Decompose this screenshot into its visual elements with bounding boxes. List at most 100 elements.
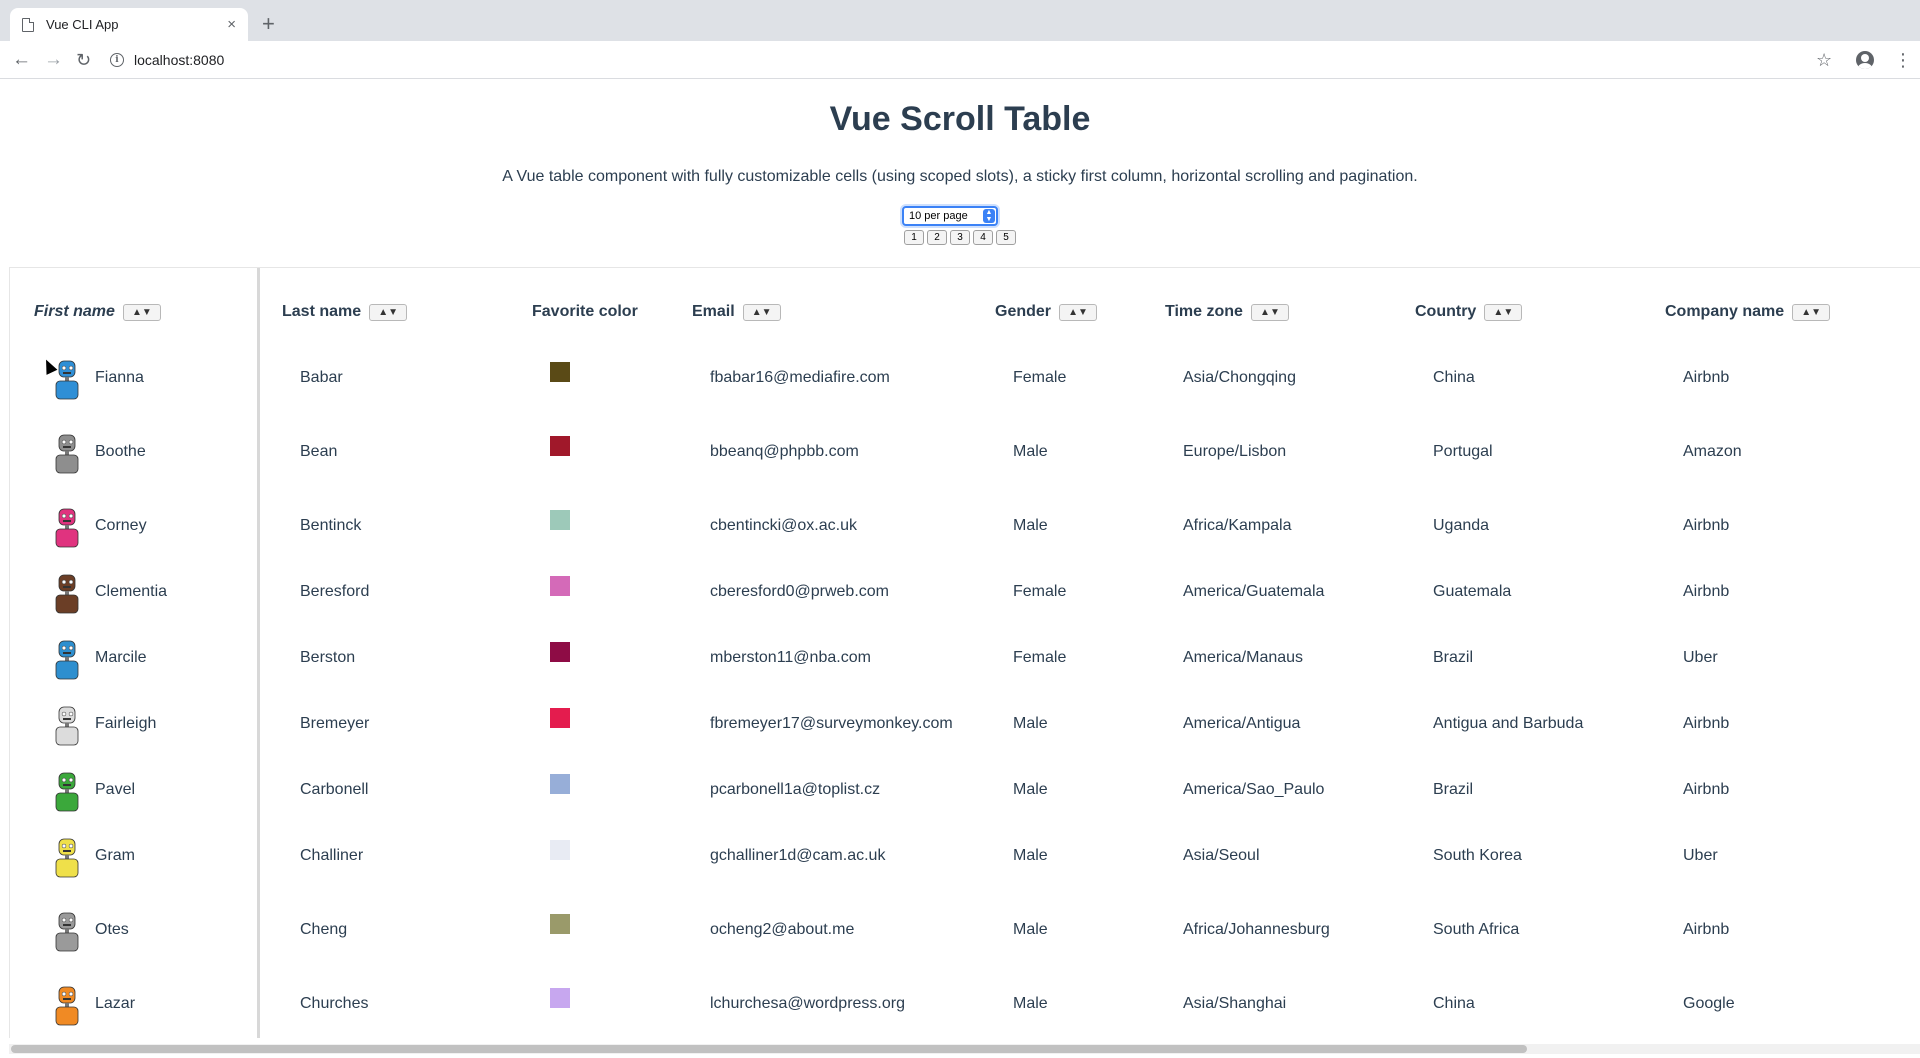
header-gender: Gender ▲▼ (995, 303, 1098, 321)
document-icon (22, 17, 34, 32)
tz-cell: America/Manaus (1183, 649, 1304, 666)
per-page-select[interactable]: 10 per page ▲ ▼ (902, 206, 998, 226)
header-company-name-label: Company name (1665, 303, 1785, 320)
address-bar[interactable]: i localhost:8080 (110, 45, 1810, 75)
company-cell: Airbnb (1683, 583, 1730, 600)
favorite-color-swatch (550, 914, 570, 934)
email-cell: mberston11@nba.com (710, 649, 871, 666)
favorite-color-swatch (550, 576, 570, 596)
favorite-color-swatch (550, 362, 570, 382)
sort-last-name-button[interactable]: ▲▼ (369, 303, 408, 321)
tz-cell: America/Antigua (1183, 715, 1301, 732)
company-cell: Google (1683, 995, 1735, 1012)
close-tab-icon[interactable]: × (227, 16, 236, 33)
scrollbar-thumb[interactable] (11, 1045, 1527, 1053)
page-button-5[interactable]: 5 (996, 230, 1016, 245)
last-cell: Beresford (300, 583, 370, 600)
page-button-2[interactable]: 2 (927, 230, 947, 245)
first-name-cell: Corney (95, 517, 147, 534)
country-cell: Brazil (1433, 649, 1474, 666)
gender-cell: Male (1013, 847, 1048, 864)
profile-button[interactable] (1856, 51, 1874, 69)
company-cell: Airbnb (1683, 517, 1730, 534)
tz-cell: Asia/Chongqing (1183, 369, 1296, 386)
back-arrow-icon[interactable]: ← (12, 48, 31, 72)
email-cell: fbabar16@mediafire.com (710, 369, 890, 386)
favorite-color-swatch (550, 510, 570, 530)
forward-arrow-icon[interactable]: → (44, 48, 63, 72)
sort-email-button[interactable]: ▲▼ (742, 303, 781, 321)
header-last-name-label: Last name (282, 303, 362, 320)
country-cell: South Africa (1433, 921, 1520, 938)
browser-tab-bar: Vue CLI App × + (0, 0, 1920, 41)
new-tab-button[interactable]: + (262, 12, 275, 36)
last-cell: Berston (300, 649, 356, 666)
sort-first-name-button[interactable]: ▲▼ (122, 303, 161, 321)
header-favorite-color-label: Favorite color (532, 303, 638, 320)
page-button-4[interactable]: 4 (973, 230, 993, 245)
tz-cell: Asia/Seoul (1183, 847, 1260, 864)
gender-cell: Male (1013, 443, 1048, 460)
email-cell: pcarbonell1a@toplist.cz (710, 781, 881, 798)
company-cell: Airbnb (1683, 781, 1730, 798)
select-arrows-icon: ▲ ▼ (983, 209, 995, 223)
header-last-name: Last name ▲▼ (282, 303, 408, 321)
email-cell: ocheng2@about.me (710, 921, 855, 938)
first-name-cell: Fairleigh (95, 715, 157, 732)
company-cell: Airbnb (1683, 921, 1730, 938)
country-cell: Portugal (1433, 443, 1493, 460)
sort-company-name-button[interactable]: ▲▼ (1792, 303, 1831, 321)
country-cell: Brazil (1433, 781, 1474, 798)
country-cell: Uganda (1433, 517, 1490, 534)
email-cell: cberesford0@prweb.com (710, 583, 889, 600)
favorite-color-swatch (550, 436, 570, 456)
header-favorite-color: Favorite color (532, 303, 638, 321)
favorite-color-swatch (550, 840, 570, 860)
robot-avatar-icon (55, 640, 79, 680)
sort-gender-button[interactable]: ▲▼ (1059, 303, 1098, 321)
bookmark-star-icon[interactable]: ☆ (1816, 49, 1832, 71)
country-cell: Guatemala (1433, 583, 1512, 600)
company-cell: Amazon (1683, 443, 1742, 460)
profile-icon (1856, 51, 1874, 69)
tz-cell: Asia/Shanghai (1183, 995, 1287, 1012)
header-email: Email ▲▼ (692, 303, 781, 321)
email-cell: fbremeyer17@surveymonkey.com (710, 715, 953, 732)
header-first-name-label: First name (34, 303, 115, 320)
header-country: Country ▲▼ (1415, 303, 1523, 321)
info-icon[interactable]: i (110, 53, 124, 67)
last-cell: Churches (300, 995, 369, 1012)
robot-avatar-icon (55, 986, 79, 1026)
tz-cell: Europe/Lisbon (1183, 443, 1287, 460)
tz-cell: Africa/Kampala (1183, 517, 1292, 534)
page-title: Vue Scroll Table (829, 100, 1091, 138)
country-cell: China (1433, 995, 1475, 1012)
first-name-cell: Lazar (95, 995, 136, 1012)
gender-cell: Male (1013, 781, 1048, 798)
robot-avatar-icon (55, 434, 79, 474)
browser-tab[interactable]: Vue CLI App × (10, 8, 248, 41)
favorite-color-swatch (550, 988, 570, 1008)
last-cell: Bean (300, 443, 338, 460)
email-cell: gchalliner1d@cam.ac.uk (710, 847, 886, 864)
menu-kebab-icon[interactable]: ⋮ (1894, 49, 1912, 71)
scroll-area[interactable]: Last name ▲▼ Favorite color Email ▲▼ Gen… (263, 268, 1920, 1038)
favorite-color-swatch (550, 708, 570, 728)
robot-avatar-icon (55, 706, 79, 746)
first-name-cell: Otes (95, 921, 129, 938)
robot-avatar-icon (55, 838, 79, 878)
sort-country-button[interactable]: ▲▼ (1484, 303, 1523, 321)
reload-icon[interactable]: ↻ (76, 48, 91, 72)
horizontal-scrollbar[interactable] (9, 1044, 1920, 1054)
sort-time-zone-button[interactable]: ▲▼ (1250, 303, 1289, 321)
header-first-name: First name ▲▼ (34, 303, 161, 321)
page-button-3[interactable]: 3 (950, 230, 970, 245)
robot-avatar-icon (55, 508, 79, 548)
first-name-cell: Gram (95, 847, 135, 864)
first-name-cell: Marcile (95, 649, 147, 666)
last-cell: Bentinck (300, 517, 362, 534)
country-cell: Antigua and Barbuda (1433, 715, 1584, 732)
last-cell: Challiner (300, 847, 364, 864)
header-email-label: Email (692, 303, 735, 320)
page-button-1[interactable]: 1 (904, 230, 924, 245)
